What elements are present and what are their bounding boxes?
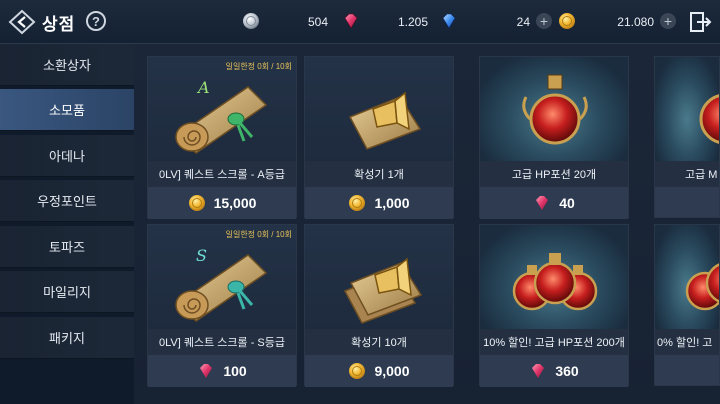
shop-item-card[interactable]: 10% 할인! 고급 HP포션 200개 360 (479, 224, 629, 387)
back-diamond-icon (8, 9, 36, 35)
shop-item-card[interactable]: S 일일한정 0회 / 10회 0LV] 퀘스트 스크롤 - S등급 100 (147, 224, 297, 387)
buy-button[interactable]: 1,000 (305, 187, 453, 219)
buy-button[interactable] (655, 355, 719, 385)
item-price: 15,000 (213, 195, 257, 211)
sidebar-item-package[interactable]: 패키지 (0, 317, 134, 359)
currency-blue-gem: 24 (460, 12, 530, 32)
currency-red-gem-value: 1.205 (397, 15, 428, 29)
megaphone-icon (348, 91, 422, 150)
sidebar-item-summon-box[interactable]: 소환상자 (0, 44, 134, 86)
hp-potion-icon (522, 74, 588, 145)
item-name: 0LV] 퀘스트 스크롤 - S등급 (148, 329, 296, 355)
sidebar-item-topaz[interactable]: 토파즈 (0, 226, 134, 268)
red-gem-icon (532, 364, 545, 378)
item-name: 확성기 1개 (305, 161, 453, 187)
item-name: 고급 HP포션 20개 (480, 161, 628, 187)
item-price: 100 (223, 363, 247, 379)
currency-gold-value: 21.080 (617, 15, 654, 29)
shop-item-card[interactable]: 고급 HP포션 20개 40 (479, 56, 629, 219)
back-button[interactable] (6, 7, 38, 37)
currency-silver-value: 504 (307, 15, 328, 29)
item-price: 1,000 (374, 195, 410, 211)
gold-coin-icon (349, 195, 366, 211)
sidebar-item-label: 소환상자 (43, 58, 91, 73)
item-price: 9,000 (374, 363, 410, 379)
shop-grid: A 일일한정 0회 / 10회 0LV] 퀘스트 스크롤 - A등급 15,00… (134, 44, 720, 404)
sidebar-item-label: 아데나 (49, 149, 85, 164)
daily-limit-label: 일일한정 0회 / 10회 (225, 62, 292, 71)
currency-red-gem: 1.205 (362, 12, 428, 32)
shop-item-card[interactable]: A 일일한정 0회 / 10회 0LV] 퀘스트 스크롤 - A등급 15,00… (147, 56, 297, 219)
item-art (480, 225, 628, 329)
sidebar-item-adena[interactable]: 아데나 (0, 135, 134, 177)
mp-potion-icon (699, 94, 719, 144)
item-art (655, 225, 719, 329)
item-price: 360 (555, 363, 579, 379)
scroll-a-icon: A (175, 78, 268, 154)
item-art (655, 57, 719, 161)
sidebar-item-consumables[interactable]: 소모품 (0, 89, 134, 131)
sidebar-item-friendship-points[interactable]: 우정포인트 (0, 180, 134, 222)
red-gem-icon (200, 364, 213, 378)
item-art (480, 57, 628, 161)
hp-potions-icon (512, 253, 598, 311)
item-name: 0LV] 퀘스트 스크롤 - A등급 (148, 161, 296, 187)
daily-limit-label: 일일한정 0회 / 10회 (225, 230, 292, 239)
currency-silver: 504 (262, 12, 328, 32)
gold-coin-icon (559, 13, 575, 29)
megaphones-icon (343, 257, 423, 324)
item-name: 10% 할인! 고급 HP포션 200개 (480, 329, 628, 355)
currency-gold: 21.080 (578, 12, 654, 32)
buy-button[interactable]: 360 (480, 355, 628, 387)
svg-text:A: A (196, 78, 210, 97)
shop-item-card[interactable]: 0% 할인! 고 (654, 224, 720, 386)
sidebar-item-mileage[interactable]: 마일리지 (0, 271, 134, 313)
silver-coin-icon (243, 13, 259, 29)
help-button[interactable]: ? (86, 11, 106, 31)
add-gold-button[interactable]: + (660, 13, 676, 29)
shop-item-card[interactable]: 확성기 10개 9,000 (304, 224, 454, 387)
currency-blue-gem-value: 24 (516, 15, 530, 29)
sidebar-item-label: 우정포인트 (37, 194, 97, 209)
buy-button[interactable] (655, 187, 719, 217)
exit-icon[interactable] (688, 10, 712, 34)
item-name: 0% 할인! 고 (655, 329, 719, 355)
top-bar: 상점 ? 504 1.205 24 + 21.080 + (0, 0, 720, 44)
buy-button[interactable]: 15,000 (148, 187, 296, 219)
sidebar-item-label: 패키지 (49, 331, 85, 346)
add-blue-gem-button[interactable]: + (536, 13, 552, 29)
item-name: 고급 M (655, 161, 719, 187)
mp-potions-icon (685, 263, 719, 311)
buy-button[interactable]: 100 (148, 355, 296, 387)
sidebar-item-label: 토파즈 (49, 240, 85, 255)
item-price: 40 (559, 195, 575, 211)
scroll-s-icon: S (175, 246, 268, 322)
buy-button[interactable]: 40 (480, 187, 628, 219)
red-gem-icon (536, 196, 549, 210)
item-name: 확성기 10개 (305, 329, 453, 355)
red-gem-icon (344, 13, 358, 29)
item-art: S 일일한정 0회 / 10회 (148, 225, 296, 329)
shop-item-card[interactable]: 고급 M (654, 56, 720, 218)
category-sidebar: 소환상자 소모품 아데나 우정포인트 토파즈 마일리지 패키지 (0, 44, 134, 360)
gold-coin-icon (349, 363, 366, 379)
item-art: A 일일한정 0회 / 10회 (148, 57, 296, 161)
item-art (305, 225, 453, 329)
blue-gem-icon (442, 13, 456, 29)
buy-button[interactable]: 9,000 (305, 355, 453, 387)
sidebar-item-label: 마일리지 (43, 285, 91, 300)
item-art (305, 57, 453, 161)
page-title: 상점 (42, 15, 76, 34)
svg-text:S: S (196, 246, 207, 265)
sidebar-item-label: 소모품 (49, 103, 85, 118)
gold-coin-icon (188, 195, 205, 211)
shop-item-card[interactable]: 확성기 1개 1,000 (304, 56, 454, 219)
